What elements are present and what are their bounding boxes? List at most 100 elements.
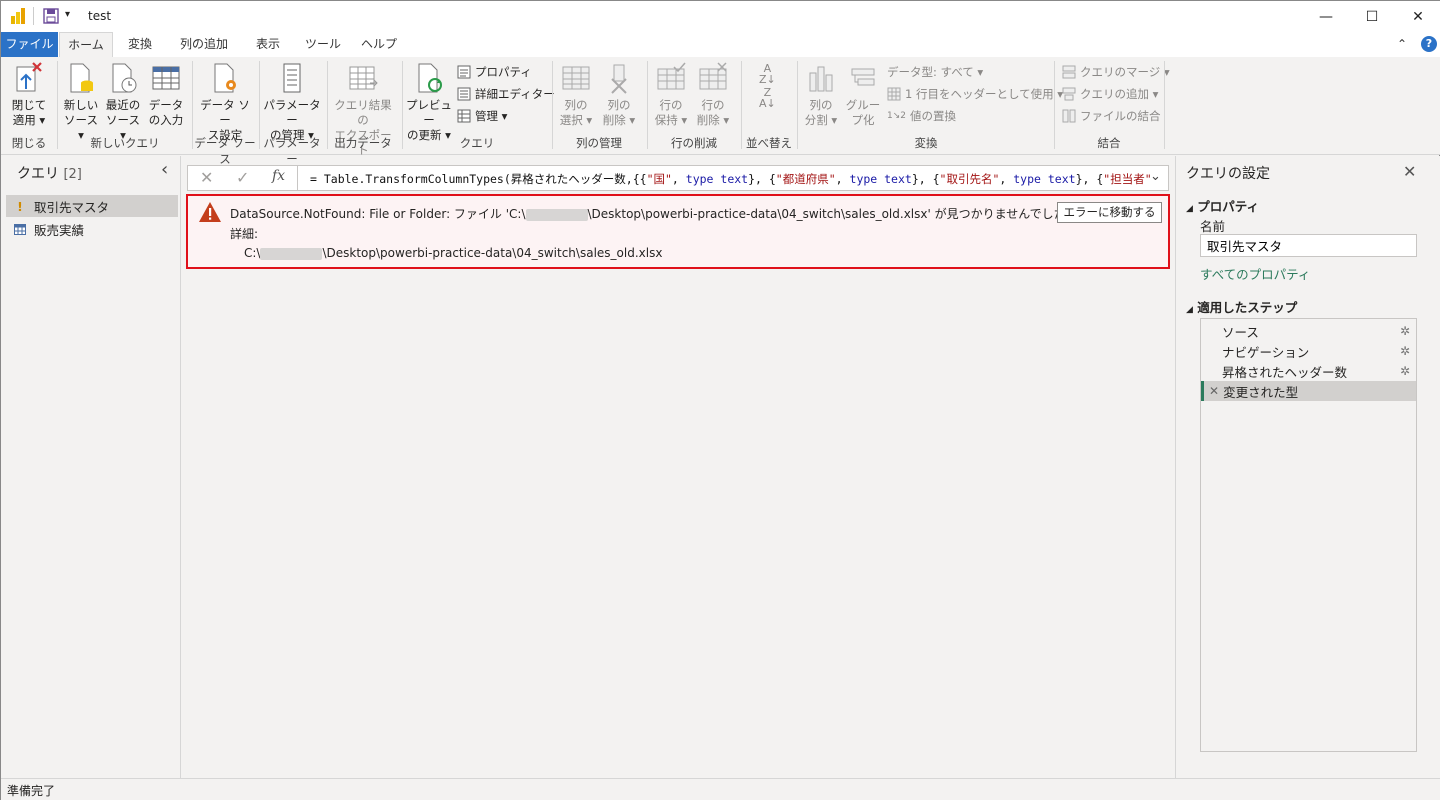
redacted-username — [260, 247, 323, 260]
split-column-line1: 列の — [809, 98, 833, 112]
data-source-settings-icon — [214, 63, 236, 93]
tab-view[interactable]: 表示 — [244, 32, 292, 57]
append-queries-button[interactable]: クエリの追加 ▾ — [1062, 86, 1158, 102]
data-type-dropdown[interactable]: データ型: すべて ▾ — [887, 64, 983, 80]
applied-steps-header[interactable]: ◢ 適用したステップ — [1186, 297, 1297, 316]
query-settings-pane: クエリの設定 ✕ ◢ プロパティ 名前 すべてのプロパティ ◢ 適用したステップ… — [1175, 156, 1440, 778]
collapse-queries-pane-button[interactable]: ‹ — [161, 159, 168, 180]
close-apply-button[interactable]: 閉じて 適用 ▾ — [7, 61, 51, 128]
sort-ascending-icon[interactable]: A Z↓ — [759, 63, 776, 85]
query-name-input[interactable] — [1200, 234, 1417, 257]
all-properties-link[interactable]: すべてのプロパティ — [1200, 264, 1310, 283]
replace-values-icon: 1↘2 — [887, 111, 906, 121]
gear-icon[interactable]: ✲ — [1400, 344, 1410, 358]
collapse-triangle-icon: ◢ — [1186, 204, 1193, 214]
advanced-editor-button[interactable]: 詳細エディター — [457, 86, 555, 102]
merge-queries-button[interactable]: クエリのマージ ▾ — [1062, 64, 1170, 80]
step-label: 昇格されたヘッダー数 — [1222, 364, 1348, 380]
group-divider — [1164, 61, 1165, 149]
group-label-close: 閉じる — [11, 136, 47, 150]
formula-actions: ✕ ✓ fx — [188, 166, 298, 190]
close-apply-icon — [16, 62, 42, 92]
split-column-button[interactable]: 列の 分割 ▾ — [801, 61, 841, 128]
properties-button[interactable]: プロパティ — [457, 64, 532, 80]
group-by-icon — [851, 68, 875, 86]
go-to-error-button[interactable]: エラーに移動する — [1057, 202, 1162, 223]
maximize-button[interactable]: ☐ — [1349, 1, 1395, 32]
fx-icon[interactable]: fx — [272, 168, 285, 184]
gear-icon[interactable]: ✲ — [1400, 324, 1410, 338]
advanced-editor-label: 詳細エディター — [475, 87, 555, 101]
group-by-button[interactable]: グルー プ化 — [843, 61, 883, 128]
formula-bar: ✕ ✓ fx = Table.TransformColumnTypes(昇格され… — [187, 165, 1169, 191]
gear-icon[interactable]: ✲ — [1400, 364, 1410, 378]
delete-step-icon[interactable]: ✕ — [1209, 384, 1219, 398]
minimize-button[interactable]: — — [1303, 1, 1349, 32]
group-label-combine: 結合 — [1097, 136, 1121, 150]
refresh-line1: プレビュー — [406, 98, 452, 127]
query-item-sales[interactable]: 販売実績 — [6, 218, 178, 240]
enter-data-button[interactable]: データ の入力 — [146, 61, 186, 128]
export-icon — [349, 66, 378, 90]
split-column-icon — [809, 66, 833, 92]
new-source-button[interactable]: 新しい ソース ▾ — [61, 61, 101, 143]
tab-home[interactable]: ホーム — [59, 32, 113, 57]
remove-columns-button[interactable]: 列の 削除 ▾ — [599, 61, 639, 128]
tab-file[interactable]: ファイル — [1, 32, 58, 57]
data-source-settings-button[interactable]: データ ソー ス設定 — [196, 61, 254, 143]
refresh-preview-button[interactable]: プレビュー の更新 ▾ — [406, 61, 452, 143]
manage-icon — [457, 109, 471, 123]
expand-formula-bar-icon[interactable]: ⌄ — [1150, 169, 1161, 184]
tab-transform[interactable]: 変換 — [116, 32, 164, 57]
replace-values-button[interactable]: 1↘2 値の置換 — [887, 108, 956, 124]
name-label: 名前 — [1200, 219, 1226, 234]
combine-files-button[interactable]: ファイルの結合 — [1062, 108, 1161, 124]
confirm-formula-icon[interactable]: ✓ — [236, 168, 249, 187]
help-icon[interactable]: ? — [1421, 36, 1437, 52]
remove-rows-button[interactable]: 行の 削除 ▾ — [693, 61, 733, 128]
choose-columns-button[interactable]: 列の 選択 ▾ — [556, 61, 596, 128]
cancel-formula-icon[interactable]: ✕ — [200, 168, 213, 187]
power-query-editor: ▾ test — ☐ ✕ ファイル ホーム 変換 列の追加 表示 ツール ヘルプ… — [0, 0, 1440, 800]
ribbon: 閉じて 適用 ▾ 閉じる 新しい ソース ▾ 最近の ソース ▾ データ の入力… — [1, 57, 1440, 166]
formula-text[interactable]: = Table.TransformColumnTypes(昇格されたヘッダー数,… — [310, 171, 1150, 187]
query-item-label: 取引先マスタ — [34, 199, 110, 215]
recent-sources-button[interactable]: 最近の ソース ▾ — [103, 61, 143, 143]
window-title: test — [88, 9, 112, 23]
status-bar: 準備完了 — [1, 778, 1440, 800]
collapse-triangle-icon: ◢ — [1186, 305, 1193, 315]
manage-parameters-button[interactable]: パラメーター の管理 ▾ — [263, 61, 321, 143]
use-first-row-as-headers-button[interactable]: 1 行目をヘッダーとして使用 ▾ — [887, 86, 1063, 102]
step-changed-type[interactable]: ✕ 変更された型 — [1201, 381, 1416, 401]
quick-access-dropdown-icon[interactable]: ▾ — [65, 9, 70, 20]
save-icon[interactable] — [43, 8, 59, 27]
group-label-manage-columns: 列の管理 — [576, 136, 622, 150]
group-by-line2: プ化 — [851, 113, 875, 127]
step-navigation[interactable]: ナビゲーション ✲ — [1201, 341, 1416, 361]
keep-rows-button[interactable]: 行の 保持 ▾ — [651, 61, 691, 128]
step-promoted-headers[interactable]: 昇格されたヘッダー数 ✲ — [1201, 361, 1416, 381]
group-divider — [741, 61, 742, 149]
remove-rows-line2: 削除 ▾ — [696, 113, 730, 127]
collapse-ribbon-icon[interactable]: ⌃ — [1397, 37, 1407, 51]
manage-button[interactable]: 管理 ▾ — [457, 108, 507, 124]
sort-descending-icon[interactable]: Z A↓ — [759, 87, 776, 109]
step-source[interactable]: ソース ✲ — [1201, 321, 1416, 341]
queries-pane-title: クエリ [2] — [17, 166, 82, 182]
query-item-customer-master[interactable]: ! 取引先マスタ — [6, 195, 178, 217]
enter-data-line2: の入力 — [148, 113, 184, 127]
properties-icon — [457, 65, 471, 79]
group-divider — [57, 61, 58, 149]
remove-columns-line2: 削除 ▾ — [602, 113, 636, 127]
close-pane-icon[interactable]: ✕ — [1403, 162, 1416, 181]
close-window-button[interactable]: ✕ — [1395, 1, 1440, 32]
properties-section-header[interactable]: ◢ プロパティ — [1186, 196, 1259, 215]
tab-tools[interactable]: ツール — [297, 32, 349, 57]
merge-queries-icon — [1062, 65, 1076, 79]
keep-rows-icon — [657, 62, 686, 90]
tab-help[interactable]: ヘルプ — [353, 32, 405, 57]
group-divider — [797, 61, 798, 149]
tab-add-column[interactable]: 列の追加 — [168, 32, 240, 57]
group-label-parameters: パラメーター — [263, 136, 321, 166]
remove-columns-line1: 列の — [607, 98, 631, 112]
